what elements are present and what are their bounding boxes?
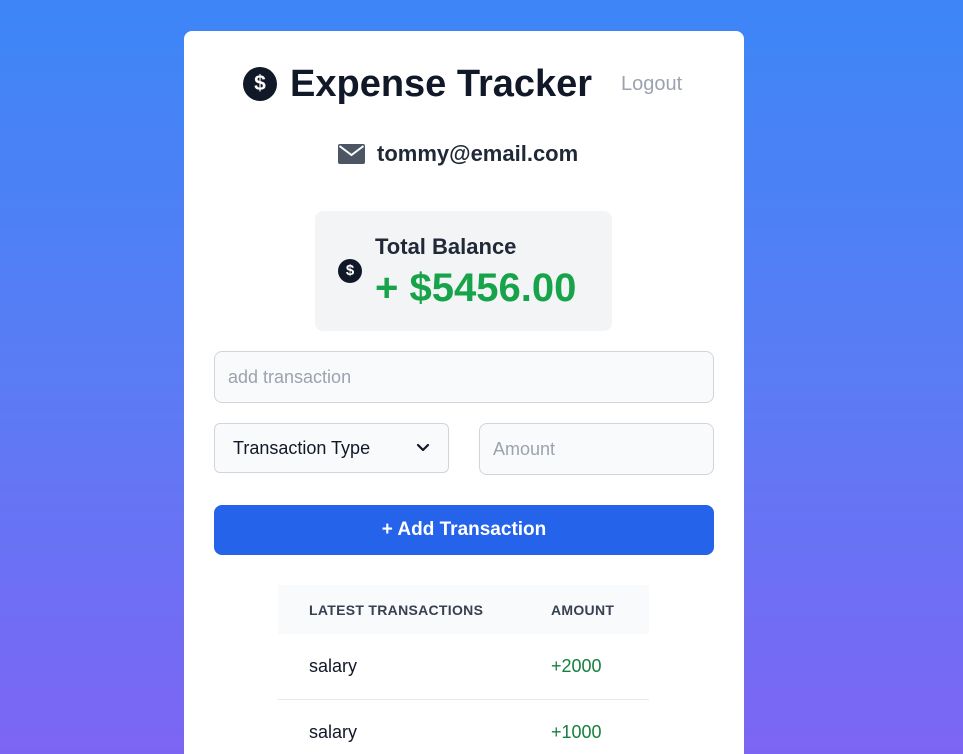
transaction-amount: +2000 [551, 634, 649, 700]
dollar-circle-icon: $ [243, 67, 277, 101]
latest-transactions-table: LATEST TRANSACTIONS AMOUNT salary +2000 … [278, 585, 649, 754]
total-balance-label: Total Balance [375, 234, 517, 259]
table-row: salary +1000 [278, 699, 649, 754]
amount-input[interactable] [479, 423, 714, 475]
transaction-type-select[interactable]: Transaction Type [214, 423, 449, 473]
envelope-icon [338, 144, 365, 164]
user-email-row: tommy@email.com [338, 138, 578, 170]
total-balance-card: $ Total Balance + $5456.00 [315, 211, 612, 331]
logout-link[interactable]: Logout [621, 70, 682, 98]
column-header-transactions: LATEST TRANSACTIONS [278, 585, 551, 634]
dollar-circle-icon: $ [338, 259, 362, 283]
transaction-name: salary [278, 634, 551, 700]
table-header-row: LATEST TRANSACTIONS AMOUNT [278, 585, 649, 634]
expense-tracker-card: $ Expense Tracker Logout tommy@email.com… [184, 31, 744, 754]
column-header-amount: AMOUNT [551, 585, 649, 634]
add-transaction-button[interactable]: + Add Transaction [214, 505, 714, 555]
user-email: tommy@email.com [377, 141, 579, 166]
transaction-name: salary [278, 699, 551, 754]
chevron-down-icon [416, 443, 430, 452]
transaction-type-selected: Transaction Type [233, 437, 371, 458]
table-row: salary +2000 [278, 634, 649, 700]
app-title: Expense Tracker [290, 63, 593, 105]
transaction-name-input[interactable] [214, 351, 714, 403]
total-balance-value: + $5456.00 [375, 266, 577, 310]
transaction-amount: +1000 [551, 699, 649, 754]
